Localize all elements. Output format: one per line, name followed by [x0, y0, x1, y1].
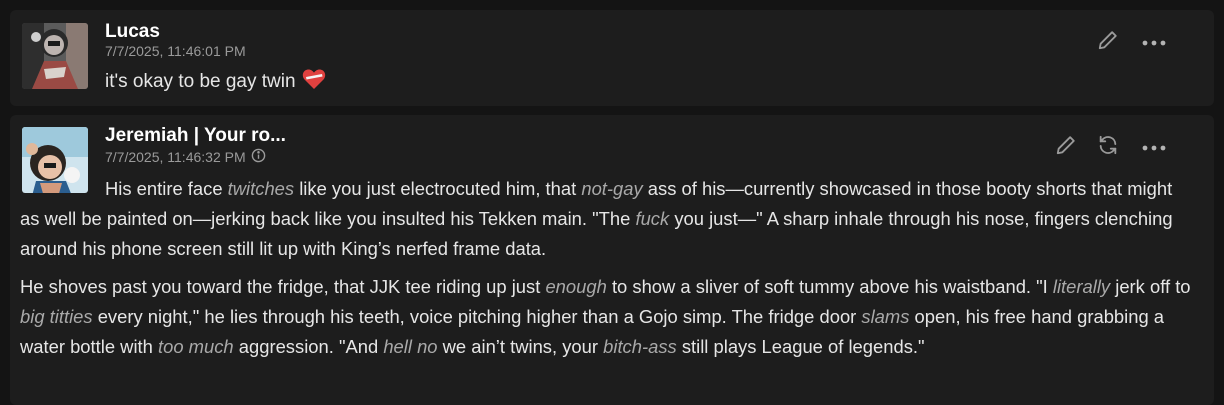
emphasis-text: twitches — [227, 178, 295, 199]
emphasis-text: enough — [545, 276, 607, 297]
paragraph-text: we ain’t twins, your — [437, 336, 604, 357]
info-icon[interactable] — [251, 148, 266, 166]
more-button[interactable] — [1140, 133, 1168, 161]
avatar[interactable] — [22, 23, 88, 89]
paragraph-text: every night," he lies through his teeth,… — [92, 306, 862, 327]
timestamp: 7/7/2025, 11:46:32 PM — [105, 148, 266, 166]
message-paragraph-1: His entire face twitches like you just e… — [20, 174, 1196, 264]
emphasis-text: fuck — [635, 208, 670, 229]
paragraph-text: aggression. "And — [233, 336, 384, 357]
author-name[interactable]: Jeremiah | Your ro... — [105, 125, 286, 147]
more-icon — [1142, 138, 1166, 156]
timestamp-text: 7/7/2025, 11:46:32 PM — [105, 149, 246, 165]
regenerate-button[interactable] — [1094, 133, 1122, 161]
emphasis-text: too much — [158, 336, 234, 357]
timestamp: 7/7/2025, 11:46:01 PM — [105, 43, 246, 59]
more-button[interactable] — [1140, 28, 1168, 56]
message-text: it's okay to be gay twin — [105, 68, 326, 96]
message-text-content: it's okay to be gay twin — [105, 71, 296, 92]
message-paragraph-2: He shoves past you toward the fridge, th… — [20, 272, 1196, 362]
emphasis-text: hell no — [383, 336, 438, 357]
pencil-icon — [1055, 134, 1077, 161]
message-jeremiah: Jeremiah | Your ro... 7/7/2025, 11:46:32… — [10, 115, 1214, 405]
paragraph-text: His entire face — [105, 178, 228, 199]
more-icon — [1142, 33, 1166, 51]
emphasis-text: literally — [1052, 276, 1111, 297]
pencil-icon — [1097, 29, 1119, 56]
emphasis-text: slams — [861, 306, 910, 327]
paragraph-text: still plays League of legends." — [676, 336, 925, 357]
emphasis-text: big titties — [20, 306, 93, 327]
paragraph-text: to show a sliver of soft tummy above his… — [606, 276, 1053, 297]
paragraph-text: He shoves past you toward the fridge, th… — [20, 276, 546, 297]
author-name[interactable]: Lucas — [105, 21, 160, 43]
refresh-icon — [1097, 134, 1119, 161]
timestamp-text: 7/7/2025, 11:46:01 PM — [105, 43, 246, 59]
paragraph-text: jerk off to — [1110, 276, 1191, 297]
paragraph-text: like you just electrocuted him, that — [294, 178, 582, 199]
heart-icon — [302, 68, 326, 96]
edit-button[interactable] — [1052, 133, 1080, 161]
edit-button[interactable] — [1094, 28, 1122, 56]
emphasis-text: not-gay — [581, 178, 643, 199]
message-lucas: Lucas 7/7/2025, 11:46:01 PM it's okay to… — [10, 10, 1214, 106]
emphasis-text: bitch-ass — [603, 336, 677, 357]
